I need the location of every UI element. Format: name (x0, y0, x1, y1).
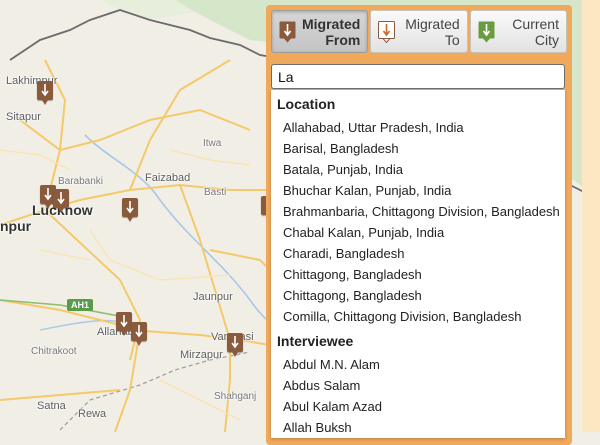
dropdown-item[interactable]: Allah Buksh (271, 417, 565, 438)
map-marker-pin[interactable] (37, 81, 53, 105)
dropdown-item[interactable]: Allahabad, Uttar Pradesh, India (271, 117, 565, 138)
city-label: npur (0, 218, 32, 234)
map-marker-pin[interactable] (131, 322, 147, 346)
group-heading-interviewee: Interviewee (277, 333, 354, 349)
city-label: Basti (204, 187, 227, 198)
dropdown-item[interactable]: Bhuchar Kalan, Punjab, India (271, 180, 565, 201)
dropdown-item[interactable]: Batala, Punjab, India (271, 159, 565, 180)
dropdown-item[interactable]: Brahmanbaria, Chittagong Division, Bangl… (271, 201, 565, 222)
arrow-down-icon (126, 201, 134, 214)
city-label: Satna (37, 400, 66, 412)
city-label: Rewa (78, 408, 107, 420)
map-marker-pin[interactable] (227, 333, 243, 357)
arrow-down-outline-icon (378, 20, 396, 43)
filter-panel: MigratedFrom MigratedTo CurrentCity Loca… (266, 5, 572, 445)
dropdown-item[interactable]: Chittagong, Bangladesh (271, 264, 565, 285)
city-label: Sitapur (6, 111, 41, 123)
dropdown-item[interactable]: Barisal, Bangladesh (271, 138, 565, 159)
tab-label: Migrated To (405, 15, 460, 48)
city-label: Chitrakoot (31, 346, 77, 357)
city-label: Jaunpur (193, 291, 233, 303)
arrow-down-icon (231, 336, 239, 349)
dropdown-item[interactable]: Abul Kalam Azad (271, 396, 565, 417)
mode-tabs: Migrated From Migrated To Current City (271, 10, 567, 53)
highway-shield: AH1 (67, 299, 94, 311)
arrow-down-icon (120, 315, 128, 328)
page-margin (582, 0, 600, 432)
group-heading-location: Location (277, 96, 336, 112)
tab-label: Current City (512, 15, 559, 48)
arrow-down-green-icon (478, 21, 495, 43)
autocomplete-dropdown: Location Allahabad, Uttar Pradesh, India… (271, 90, 565, 438)
dropdown-item[interactable]: Abdus Salam (271, 375, 565, 396)
map-marker-pin[interactable] (122, 198, 138, 222)
city-label: Faizabad (145, 172, 191, 184)
arrow-down-icon (41, 84, 49, 97)
tab-migrated-from[interactable]: Migrated From (271, 10, 369, 53)
arrow-down-icon (44, 188, 52, 201)
map-marker-pin[interactable] (116, 312, 132, 336)
dropdown-item[interactable]: Charadi, Bangladesh (271, 243, 565, 264)
city-label: Barabanki (58, 176, 104, 187)
arrow-down-icon (135, 325, 143, 338)
city-label: Mirzapur (180, 349, 223, 361)
dropdown-item[interactable]: Chittagong, Bangladesh (271, 285, 565, 306)
arrow-down-brown-icon (279, 21, 296, 43)
tab-label: Migrated From (301, 15, 361, 48)
search-input[interactable] (271, 64, 565, 89)
tab-migrated-to[interactable]: Migrated To (370, 10, 468, 53)
dropdown-item[interactable]: Comilla, Chittagong Division, Bangladesh (271, 306, 565, 327)
tab-current-city[interactable]: Current City (469, 10, 567, 53)
city-label: Itwa (203, 138, 222, 149)
dropdown-item[interactable]: Chabal Kalan, Punjab, India (271, 222, 565, 243)
map-marker-pin[interactable] (53, 189, 69, 213)
city-label: Shahganj (214, 391, 257, 402)
arrow-down-icon (57, 192, 65, 205)
dropdown-item[interactable]: Abdul M.N. Alam (271, 354, 565, 375)
